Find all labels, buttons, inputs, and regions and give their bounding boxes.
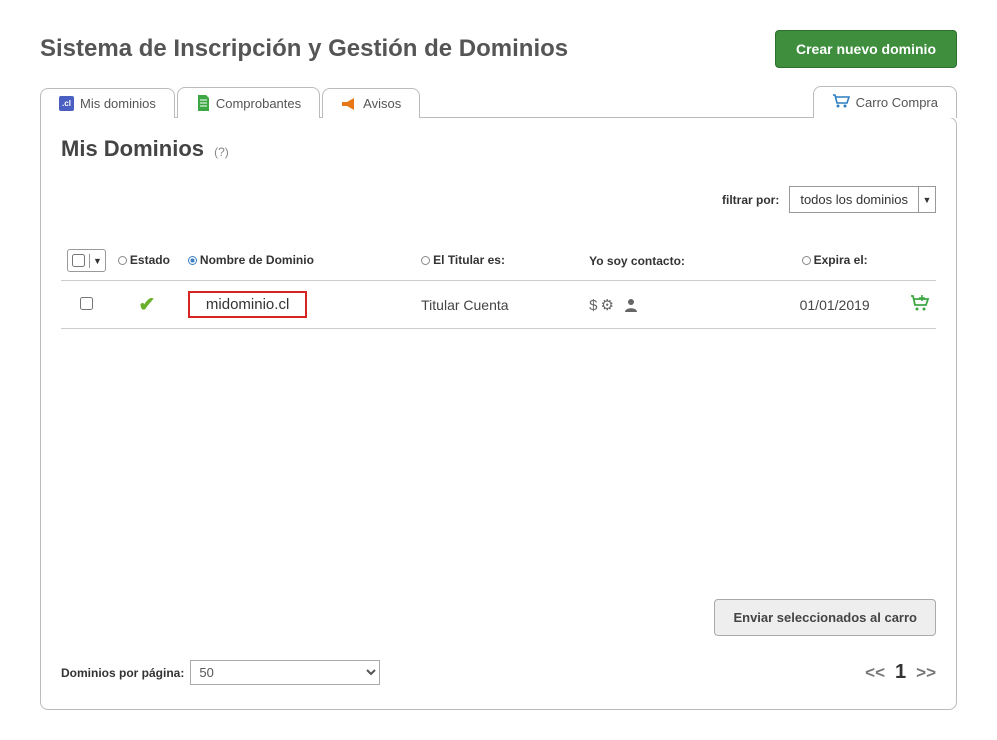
domain-name-link[interactable]: midominio.cl <box>188 291 307 318</box>
main-panel: Mis Dominios (?) filtrar por: todos los … <box>40 117 957 710</box>
tab-my-domains[interactable]: .cl Mis dominios <box>40 88 175 118</box>
megaphone-icon <box>341 97 357 111</box>
panel-heading: Mis Dominios <box>61 136 204 161</box>
tab-label: Avisos <box>363 96 401 111</box>
col-label: Expira el: <box>814 253 868 267</box>
tab-receipts[interactable]: Comprobantes <box>177 87 320 118</box>
sort-icon <box>118 256 127 265</box>
tab-label: Carro Compra <box>856 95 938 110</box>
row-checkbox[interactable] <box>80 297 93 310</box>
help-link[interactable]: (?) <box>214 145 229 159</box>
create-domain-button[interactable]: Crear nuevo dominio <box>775 30 957 68</box>
document-icon <box>196 95 210 111</box>
chevron-down-icon[interactable]: ▼ <box>919 187 935 212</box>
pager-current: 1 <box>895 661 906 684</box>
filter-select[interactable]: todos los dominios ▼ <box>789 186 936 213</box>
table-row: ✔ midominio.cl Titular Cuenta $⚙ 01/ <box>61 281 936 329</box>
contact-icons: $⚙ <box>589 297 638 314</box>
col-expires[interactable]: Expira el: <box>802 253 868 267</box>
gear-icon: ⚙ <box>600 297 616 314</box>
tabs: .cl Mis dominios Comprobantes Avisos Car… <box>40 86 957 118</box>
col-label: Nombre de Dominio <box>200 253 314 267</box>
sort-icon <box>802 256 811 265</box>
sort-icon <box>421 256 430 265</box>
cl-badge-icon: .cl <box>59 96 74 111</box>
pager-next[interactable]: >> <box>916 663 936 683</box>
tab-cart[interactable]: Carro Compra <box>813 86 957 118</box>
billing-icon: $ <box>589 297 600 314</box>
person-icon <box>617 297 638 314</box>
send-to-cart-button[interactable]: Enviar seleccionados al carro <box>714 599 936 636</box>
per-page-select[interactable]: 50 <box>190 660 380 685</box>
tab-label: Comprobantes <box>216 96 301 111</box>
col-contact: Yo soy contacto: <box>589 254 685 268</box>
sort-active-icon <box>188 256 197 265</box>
tab-label: Mis dominios <box>80 96 156 111</box>
pager: << 1 >> <box>865 661 936 684</box>
select-all-combo[interactable]: ▼ <box>67 249 106 272</box>
col-domain[interactable]: Nombre de Dominio <box>188 253 314 267</box>
filter-label: filtrar por: <box>722 193 779 207</box>
per-page-label: Dominios por página: <box>61 666 184 680</box>
col-label: El Titular es: <box>433 253 505 267</box>
tab-notices[interactable]: Avisos <box>322 88 420 118</box>
col-holder[interactable]: El Titular es: <box>421 253 505 267</box>
holder-name: Titular Cuenta <box>421 297 508 313</box>
expires-date: 01/01/2019 <box>800 297 870 313</box>
pager-prev[interactable]: << <box>865 663 885 683</box>
select-all-checkbox[interactable] <box>72 254 85 267</box>
add-to-cart-icon[interactable] <box>910 298 930 314</box>
chevron-down-icon[interactable]: ▼ <box>89 254 105 268</box>
col-status[interactable]: Estado <box>118 253 170 267</box>
status-ok-icon: ✔ <box>139 294 156 316</box>
domains-table: ▼ Estado Nombre de Dominio <box>61 241 936 329</box>
filter-selected: todos los dominios <box>790 187 919 212</box>
cart-icon <box>832 94 850 111</box>
col-label: Estado <box>130 253 170 267</box>
page-title: Sistema de Inscripción y Gestión de Domi… <box>40 35 568 63</box>
